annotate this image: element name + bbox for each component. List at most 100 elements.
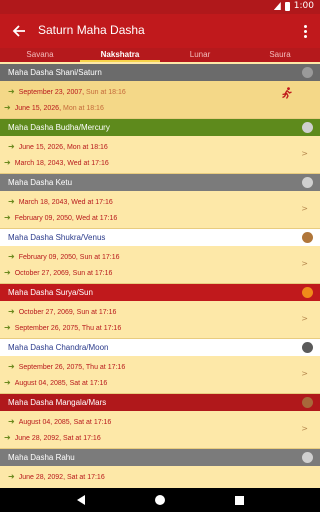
end-date: ➜ February 09, 2050, Wed at 17:16 [4,213,117,222]
tab-savana[interactable]: Savana [0,48,80,62]
arrow-right-icon: ➜ [8,362,15,371]
dasha-item[interactable]: Maha Dasha Ketu ➜ March 18, 2043, Wed at 1… [0,174,320,229]
dasha-header: Maha Dasha Budha/Mercury [0,119,320,136]
tab-lunar[interactable]: Lunar [160,48,240,62]
end-date-text: February 09, 2050, Wed at 17:16 [14,215,118,222]
chevron-right-icon[interactable]: > [301,149,308,158]
dasha-item[interactable]: Maha Dasha Budha/Mercury ➜ June 15, 2026, … [0,119,320,174]
more-options-button[interactable] [296,20,314,42]
mars-icon [302,397,313,408]
arrow-right-icon: ➜ [8,142,15,151]
arrow-right-icon: ➜ [4,158,11,167]
status-icons: 1:00 [273,1,314,11]
start-date: ➜ September 23, 2007, Sun at 18:16 [8,87,126,96]
end-date-text: August 04, 2085, Sat at 17:16 [14,380,108,387]
arrow-right-icon: ➜ [4,268,11,277]
tab-nakshatra[interactable]: Nakshatra [80,48,160,62]
dasha-title: Maha Dasha Ketu [8,178,73,187]
arrow-right-icon: ➜ [4,433,11,442]
dasha-item[interactable]: Maha Dasha Chandra/Moon ➜ September 26, 20… [0,339,320,394]
more-vert-icon [303,24,307,28]
sun-icon [302,287,313,298]
back-button[interactable] [8,20,30,42]
chevron-right-icon[interactable]: > [301,259,308,268]
dasha-header: Maha Dasha Mangala/Mars [0,394,320,411]
dasha-header: Maha Dasha Rahu [0,449,320,466]
start-date: ➜ September 26, 2075, Thu at 17:16 [8,362,125,371]
dasha-header: Maha Dasha Chandra/Moon [0,339,320,356]
dasha-title: Maha Dasha Surya/Sun [8,288,93,297]
app-bar: Saturn Maha Dasha [0,14,320,48]
moon-icon [302,342,313,353]
dasha-header: Maha Dasha Shukra/Venus [0,229,320,246]
dasha-item[interactable]: Maha Dasha Rahu ➜ June 28, 2092, Sat at 17… [0,449,320,488]
end-date-day: Mon at 18:16 [62,105,104,112]
start-date: ➜ October 27, 2069, Sun at 17:16 [8,307,116,316]
dasha-title: Maha Dasha Chandra/Moon [8,343,109,352]
dasha-header: Maha Dasha Surya/Sun [0,284,320,301]
arrow-right-icon: ➜ [8,417,15,426]
arrow-right-icon: ➜ [4,213,11,222]
start-date-text: March 18, 2043, Wed at 17:16 [18,199,113,206]
arrow-right-icon: ➜ [8,472,15,481]
dasha-item[interactable]: Maha Dasha Shukra/Venus ➜ February 09, 205… [0,229,320,284]
nav-recents-icon[interactable] [234,495,244,505]
start-date-text: October 27, 2069, Sun at 17:16 [18,309,117,316]
dasha-item[interactable]: Maha Dasha Surya/Sun ➜ October 27, 2069, S… [0,284,320,339]
start-date-text: September 23, 2007, [18,89,85,96]
mercury-icon [302,122,313,133]
end-date: ➜ March 18, 2043, Wed at 17:16 [4,158,109,167]
start-date-text: August 04, 2085, Sat at 17:16 [18,419,112,426]
rahu-icon [302,452,313,463]
dasha-body: ➜ October 27, 2069, Sun at 17:16 ➜ Septembe… [0,301,320,339]
end-date: ➜ August 04, 2085, Sat at 17:16 [4,378,107,387]
dasha-body: ➜ August 04, 2085, Sat at 17:16 ➜ June 28, … [0,411,320,449]
tab-bar: Savana Nakshatra Lunar Saura [0,48,320,62]
start-date: ➜ August 04, 2085, Sat at 17:16 [8,417,111,426]
start-date: ➜ March 18, 2043, Wed at 17:16 [8,197,113,206]
start-date-day: Sun at 18:16 [86,89,126,96]
dasha-title: Maha Dasha Budha/Mercury [8,123,110,132]
dasha-item[interactable]: Maha Dasha Shani/Saturn ➜ September 23, 20… [0,64,320,119]
end-date-text: June 28, 2092, Sat at 17:16 [14,435,101,442]
chevron-right-icon[interactable]: > [301,369,308,378]
arrow-right-icon: ➜ [8,87,15,96]
status-bar: 1:00 [0,0,320,14]
end-date-text: October 27, 2069, Sun at 17:16 [14,270,113,277]
dasha-title: Maha Dasha Shukra/Venus [8,233,106,242]
end-date: ➜ October 27, 2069, Sun at 17:16 [4,268,112,277]
start-date-text: June 28, 2092, Sat at 17:16 [18,474,105,481]
arrow-right-icon: ➜ [8,197,15,206]
tab-saura[interactable]: Saura [240,48,320,62]
start-date: ➜ February 09, 2050, Sun at 17:16 [8,252,120,261]
dasha-item[interactable]: Maha Dasha Mangala/Mars ➜ August 04, 2085,… [0,394,320,449]
dasha-title: Maha Dasha Rahu [8,453,75,462]
ketu-icon [302,177,313,188]
nav-back-icon[interactable] [76,495,85,505]
page-title: Saturn Maha Dasha [38,23,145,37]
signal-icon [273,2,281,10]
dasha-list: Maha Dasha Shani/Saturn ➜ September 23, 20… [0,64,320,488]
start-date-text: February 09, 2050, Sun at 17:16 [18,254,120,261]
dasha-header: Maha Dasha Shani/Saturn [0,64,320,81]
arrow-right-icon: ➜ [4,323,11,332]
running-person-icon [282,87,292,99]
chevron-right-icon[interactable]: > [301,204,308,213]
venus-icon [302,232,313,243]
end-date: ➜ June 28, 2092, Sat at 17:16 [4,433,101,442]
dasha-header: Maha Dasha Ketu [0,174,320,191]
end-date-text: March 18, 2043, Wed at 17:16 [14,160,109,167]
nav-home-icon[interactable] [154,495,165,505]
dasha-body: ➜ March 18, 2043, Wed at 17:16 ➜ February 0… [0,191,320,229]
chevron-right-icon[interactable]: > [301,314,308,323]
dasha-body: ➜ September 23, 2007, Sun at 18:16 ➜ June 1… [0,81,320,119]
dasha-body: ➜ June 28, 2092, Sat at 17:16 [0,466,320,488]
system-nav-bar [0,488,320,512]
end-date-text: June 15, 2026, [14,105,62,112]
dasha-body: ➜ June 15, 2026, Mon at 18:16 ➜ March 18, 2… [0,136,320,174]
start-date-text: September 26, 2075, Thu at 17:16 [18,364,126,371]
arrow-right-icon: ➜ [8,252,15,261]
end-date: ➜ June 15, 2026, Mon at 18:16 [4,103,104,112]
chevron-right-icon[interactable]: > [301,424,308,433]
arrow-right-icon: ➜ [4,378,11,387]
